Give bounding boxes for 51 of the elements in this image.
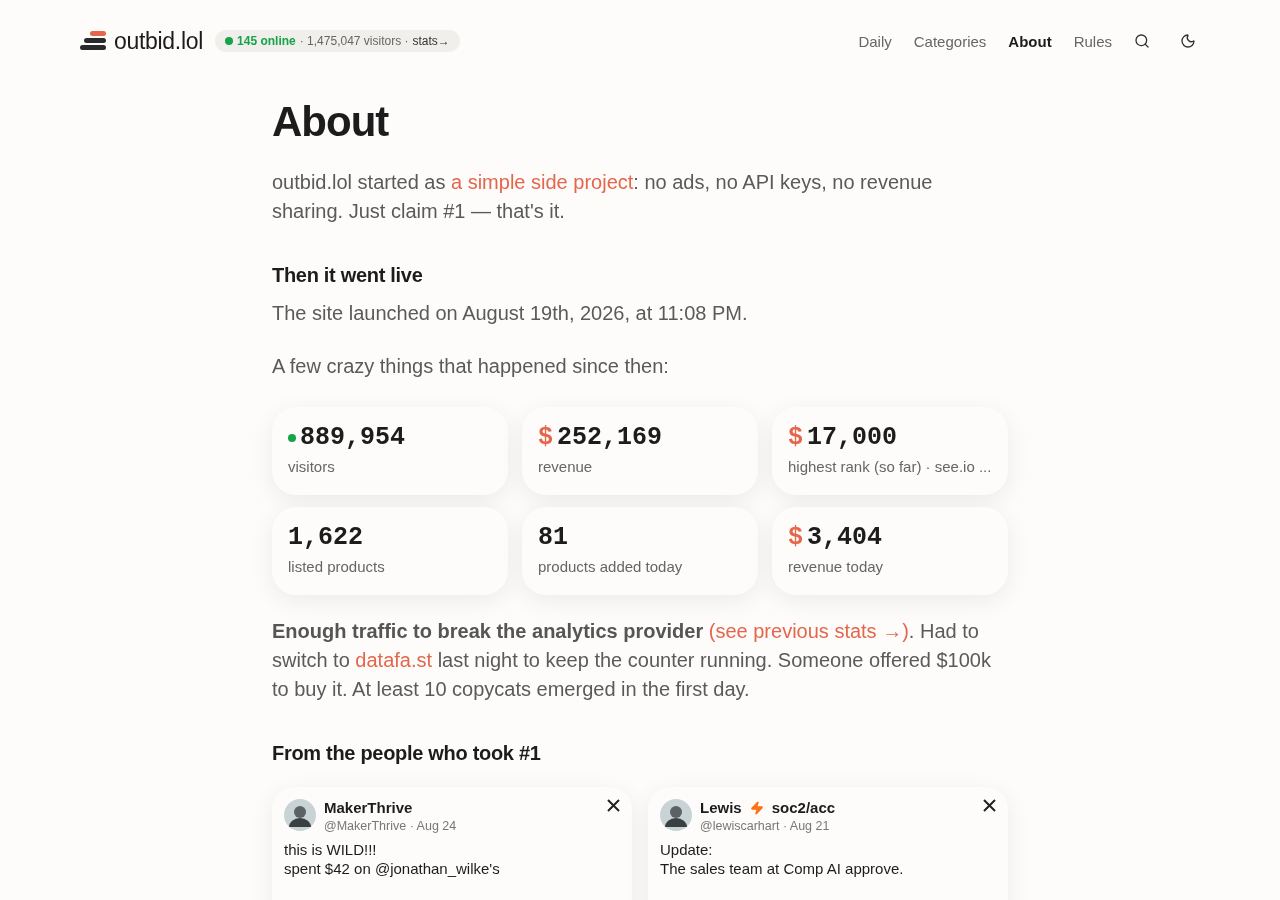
currency-sign: $ [538,423,553,452]
nav-link[interactable]: About [1008,32,1052,50]
avatar-icon [660,799,692,831]
intro-paragraph: outbid.lol started as a simple side project: no ads, no API keys, no revenue sharing. Just claim #1 — that's it. [272,170,934,224]
text-link[interactable]: (see previous stats →) [708,620,909,642]
stat-value: 1,622 [288,523,363,552]
section-heading: From the people who took #1 [272,742,542,765]
author-handle: @lewiscarhart · Aug 21 [700,819,830,833]
stats-link[interactable]: stats→ [412,34,450,48]
text-link[interactable]: datafa.st [355,649,433,671]
nav-link[interactable]: Daily [858,32,892,50]
page-title: About [272,98,390,146]
tweet-text: spent $42 on @jonathan_wilke's [284,859,501,878]
x-logo-icon[interactable] [607,799,620,812]
tweet-text: The sales team at Comp AI approve. [660,859,905,878]
online-dot-icon [225,37,234,45]
stat-value: 889,954 [300,423,406,452]
stat-value: 3,404 [807,523,883,552]
logo-text[interactable]: outbid.lol [114,27,204,55]
author-name: Lewis [700,799,742,816]
stat-label: revenue [538,458,594,475]
stat-value: 252,169 [557,423,663,452]
lead-text: A few crazy things that happened since then: [272,354,670,379]
x-logo-icon[interactable] [983,799,996,812]
traffic-paragraph: Enough traffic to break the analytics provider (see previous stats →). Had to switch to datafa.st last night to keep the counter running. Someone offered $100k to buy it. At least 10 copycats emerged in the first day. [272,619,992,702]
text-link[interactable]: a simple side project [451,171,634,193]
tweet-text: this is WILD!!! [284,840,378,859]
launch-text: The site launched on August 19th, 2026, at 11:08 PM. [272,301,749,326]
stat-value: 17,000 [807,423,898,452]
author-name: MakerThrive [324,799,413,816]
logo-icon [80,31,108,51]
visitor-count: · 1,475,047 visitors · [299,34,409,48]
stat-label: listed products [288,558,386,575]
online-count: 145 online [237,34,296,48]
stat-label: highest rank (so far) · see.io ... [788,458,992,475]
lightning-icon [749,800,764,815]
currency-sign: $ [788,523,803,552]
nav-link[interactable]: Rules [1073,32,1112,50]
stat-label: revenue today [788,558,885,575]
currency-sign: $ [788,423,803,452]
stat-label: products added today [538,558,684,575]
stat-label: visitors [288,458,336,475]
avatar-icon [284,799,316,831]
search-icon[interactable] [1134,33,1150,49]
author-tag: soc2/acc [771,799,836,816]
section-heading: Then it went live [272,264,424,287]
moon-icon[interactable] [1180,33,1196,49]
nav-link[interactable]: Categories [913,32,987,50]
author-handle: @MakerThrive · Aug 24 [324,819,457,833]
tweet-text: Update: [660,840,714,859]
stat-value: 81 [538,523,568,552]
